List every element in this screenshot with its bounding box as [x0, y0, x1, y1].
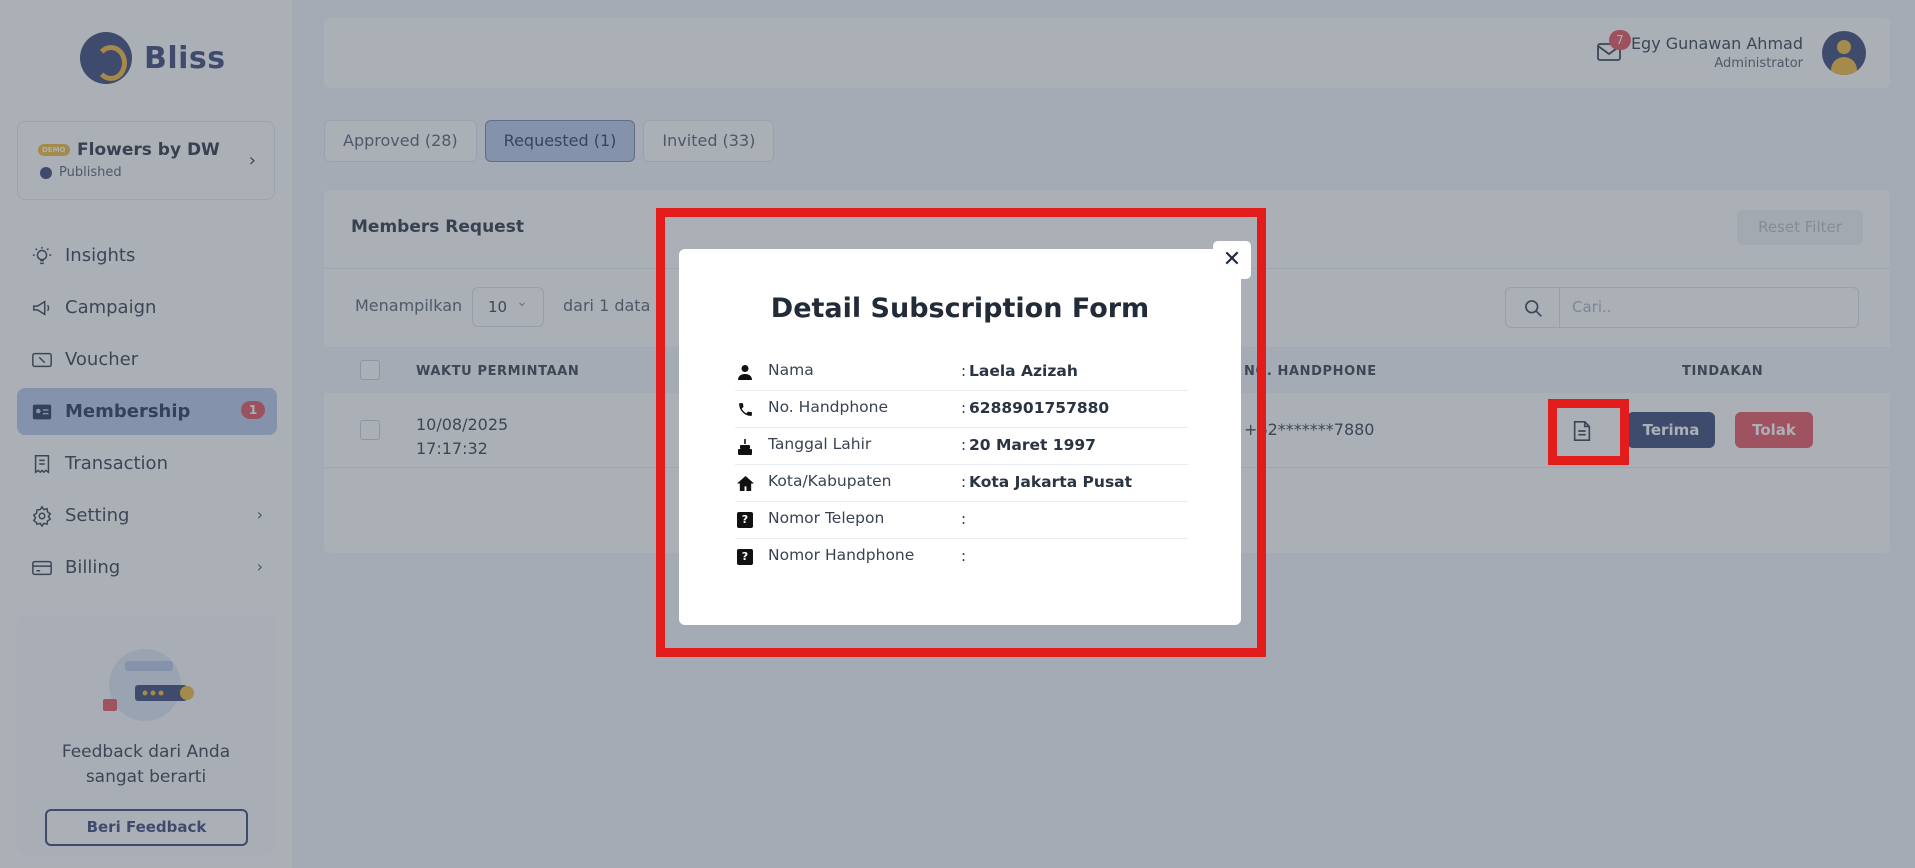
form-row-telephone: ? Nomor Telepon :	[735, 502, 1188, 539]
field-label: Nomor Telepon	[768, 509, 885, 527]
field-colon: :	[961, 436, 967, 454]
highlight-box-view-button	[1548, 399, 1629, 465]
field-colon: :	[961, 399, 967, 417]
field-value: Kota Jakarta Pusat	[969, 473, 1133, 491]
field-value: 6288901757880	[969, 399, 1110, 417]
modal-title: Detail Subscription Form	[770, 293, 1150, 324]
form-details: Nama : Laela Azizah No. Handphone : 6288…	[735, 354, 1188, 576]
form-row-phone: No. Handphone : 6288901757880	[735, 391, 1188, 428]
field-colon: :	[961, 547, 967, 565]
form-row-birthdate: Tanggal Lahir : 20 Maret 1997	[735, 428, 1188, 465]
field-colon: :	[961, 362, 967, 380]
subscription-detail-modal: Detail Subscription Form Nama : Laela Az…	[679, 249, 1241, 625]
field-colon: :	[961, 473, 967, 491]
phone-icon	[735, 399, 755, 419]
field-label: Nama	[768, 361, 814, 379]
field-colon: :	[961, 510, 967, 528]
question-icon: ?	[735, 547, 755, 567]
field-label: Nomor Handphone	[768, 546, 915, 564]
field-label: Kota/Kabupaten	[768, 472, 892, 490]
cake-icon	[735, 436, 755, 456]
form-row-name: Nama : Laela Azizah	[735, 354, 1188, 391]
question-mark: ?	[737, 549, 753, 565]
field-label: No. Handphone	[768, 398, 888, 416]
field-label: Tanggal Lahir	[768, 435, 872, 453]
field-value: Laela Azizah	[969, 362, 1078, 380]
form-row-city: Kota/Kabupaten : Kota Jakarta Pusat	[735, 465, 1188, 502]
close-button[interactable]: ✕	[1213, 241, 1251, 279]
form-row-mobile: ? Nomor Handphone :	[735, 539, 1188, 576]
question-mark: ?	[737, 512, 753, 528]
field-value: 20 Maret 1997	[969, 436, 1096, 454]
question-icon: ?	[735, 510, 755, 530]
person-icon	[735, 362, 755, 382]
house-icon	[735, 473, 755, 493]
